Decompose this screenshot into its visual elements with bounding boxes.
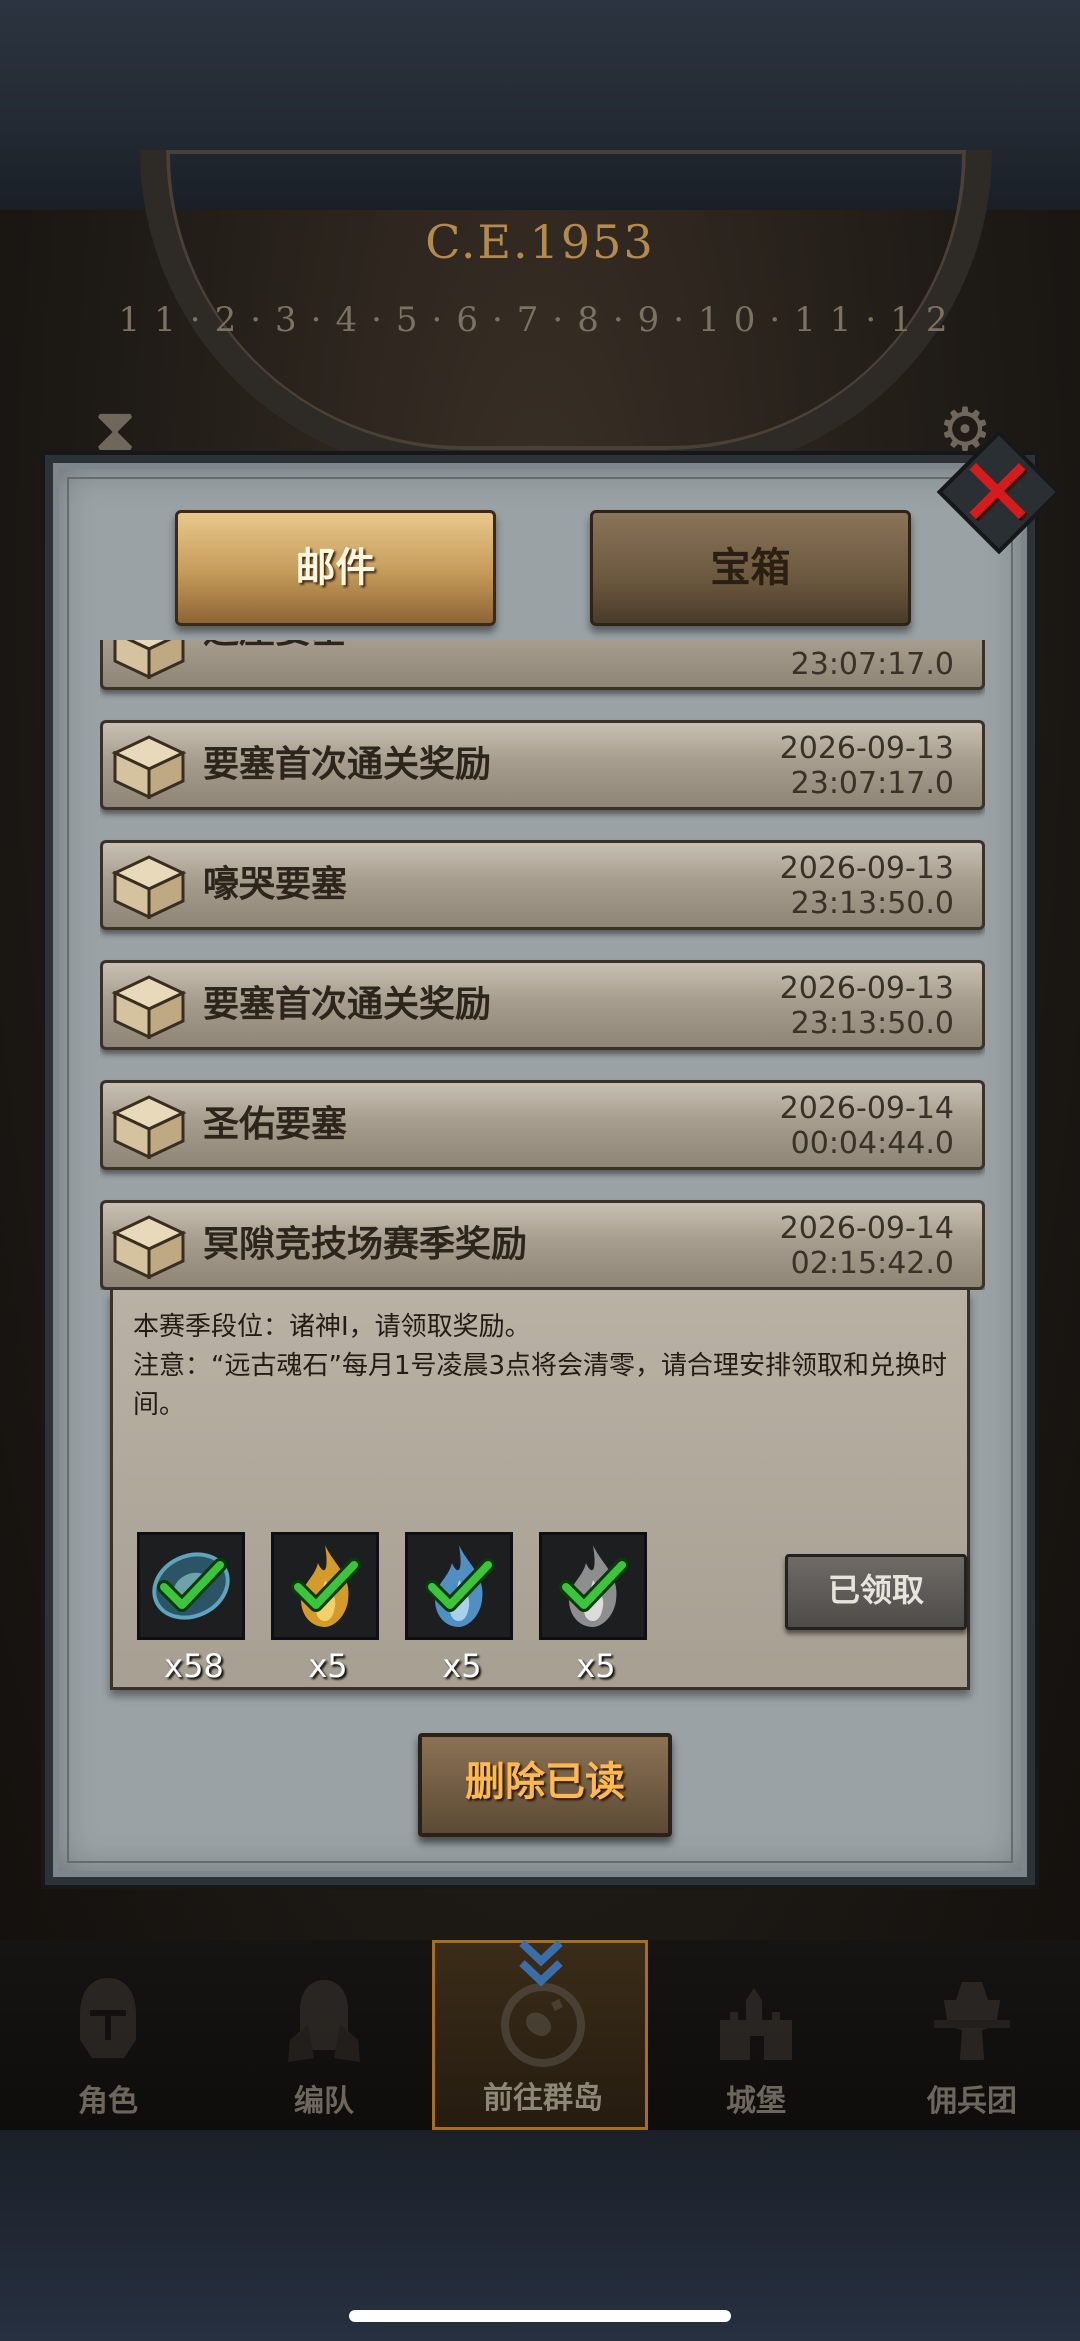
mail-title: 要塞首次通关奖励 bbox=[203, 744, 492, 785]
clock-digits: 11·2·3·4·5·6·7·8·9·10·11·12 bbox=[118, 300, 962, 340]
mail-list[interactable]: 远崖要塞 23:07:17.0 要塞首次通关奖励 2026-09-13 23:0… bbox=[100, 640, 985, 1290]
soul-stone-icon bbox=[152, 1552, 230, 1620]
mail-row[interactable]: 要塞首次通关奖励 2026-09-13 23:07:17.0 bbox=[100, 720, 985, 810]
mail-datetime: 2026-09-13 23:13:50.0 bbox=[780, 851, 954, 921]
mail-title: 嚎哭要塞 bbox=[203, 864, 348, 905]
close-icon[interactable]: ✕ bbox=[950, 445, 1045, 543]
nav-item-formation[interactable]: 编队 bbox=[216, 1940, 432, 2130]
mail-detail-panel: 本赛季段位：诸神I，请领取奖励。 注意：“远古魂石”每月1号凌晨3点将会清零，请… bbox=[110, 1290, 970, 1690]
mail-row[interactable]: 圣佑要塞 2026-09-14 00:04:44.0 bbox=[100, 1080, 985, 1170]
nav-label: 角色 bbox=[78, 2084, 138, 2119]
mail-date: 2026-09-13 bbox=[779, 971, 954, 1006]
tab-mail-label: 邮件 bbox=[295, 545, 376, 591]
tab-mail[interactable]: 邮件 bbox=[175, 510, 496, 626]
mail-body: 本赛季段位：诸神I，请领取奖励。 注意：“远古魂石”每月1号凌晨3点将会清零，请… bbox=[133, 1308, 963, 1425]
tab-treasure-chest[interactable]: 宝箱 bbox=[590, 510, 911, 626]
mail-box-icon bbox=[111, 1095, 187, 1160]
mail-row-selected[interactable]: 冥隙竞技场赛季奖励 2026-09-14 02:15:42.0 bbox=[100, 1200, 985, 1290]
mail-title: 圣佑要塞 bbox=[203, 1104, 348, 1145]
mail-body-line: 注意：“远古魂石”每月1号凌晨3点将会清零，请合理安排领取和兑换时间。 bbox=[133, 1351, 948, 1420]
tab-treasure-chest-label: 宝箱 bbox=[710, 545, 791, 591]
nav-label: 佣兵团 bbox=[927, 2084, 1017, 2119]
reward-item[interactable]: x5 bbox=[271, 1532, 379, 1685]
mail-box-icon bbox=[111, 855, 187, 920]
mail-row[interactable]: 要塞首次通关奖励 2026-09-13 23:13:50.0 bbox=[100, 960, 985, 1050]
mail-time: 02:15:42.0 bbox=[790, 1246, 954, 1281]
mail-date: 2026-09-13 bbox=[779, 731, 954, 766]
mail-datetime: 2026-09-14 02:15:42.0 bbox=[780, 1211, 954, 1281]
blue-flame-icon bbox=[425, 1545, 495, 1627]
chevron-down-icon bbox=[519, 1940, 563, 1987]
mail-title: 冥隙竞技场赛季奖励 bbox=[203, 1224, 528, 1265]
mail-box-icon bbox=[111, 1215, 187, 1280]
knight-helmet-icon bbox=[80, 1978, 136, 2058]
mail-date: 2026-09-14 bbox=[779, 1211, 954, 1246]
mail-date: 2026-09-13 bbox=[779, 851, 954, 886]
mail-row[interactable]: 远崖要塞 23:07:17.0 bbox=[100, 640, 985, 690]
nav-item-castle[interactable]: 城堡 bbox=[648, 1940, 864, 2130]
mail-box-icon bbox=[113, 640, 185, 680]
mail-box-icon bbox=[111, 735, 187, 800]
mail-box-icon bbox=[111, 975, 187, 1040]
reward-count: x5 bbox=[576, 1647, 616, 1685]
mail-datetime: 2026-09-14 00:04:44.0 bbox=[780, 1091, 954, 1161]
mail-title: 要塞首次通关奖励 bbox=[203, 984, 492, 1025]
delete-read-button[interactable]: 删除已读 bbox=[418, 1733, 672, 1837]
mail-time: 23:13:50.0 bbox=[790, 1006, 954, 1041]
era-label: C.E.1953 bbox=[425, 215, 655, 269]
claimed-button[interactable]: 已领取 bbox=[785, 1554, 967, 1630]
castle-icon bbox=[720, 1988, 792, 2060]
nav-label: 城堡 bbox=[726, 2084, 786, 2119]
mail-title: 远崖要塞 bbox=[203, 640, 347, 673]
reward-count: x5 bbox=[308, 1647, 348, 1685]
reward-item[interactable]: x5 bbox=[539, 1532, 647, 1685]
gold-flame-icon bbox=[291, 1545, 361, 1627]
nav-label: 编队 bbox=[294, 2084, 354, 2119]
mail-time: 23:07:17.0 bbox=[790, 766, 954, 801]
nav-item-character[interactable]: 角色 bbox=[0, 1940, 216, 2130]
nav-label: 前往群岛 bbox=[483, 2081, 603, 2116]
silver-flame-icon bbox=[559, 1545, 629, 1627]
mail-body-line: 本赛季段位：诸神I，请领取奖励。 bbox=[133, 1312, 531, 1342]
reward-count: x5 bbox=[442, 1647, 482, 1685]
formation-icon bbox=[288, 1980, 360, 2062]
mail-time: 23:13:50.0 bbox=[790, 886, 954, 921]
nav-item-mercenary[interactable]: 佣兵团 bbox=[864, 1940, 1080, 2130]
reward-count: x58 bbox=[164, 1647, 224, 1685]
reward-item[interactable]: x58 bbox=[137, 1532, 245, 1685]
mercenary-icon bbox=[934, 1982, 1010, 2060]
mail-datetime: 2026-09-13 23:13:50.0 bbox=[780, 971, 954, 1041]
reward-item[interactable]: x5 bbox=[405, 1532, 513, 1685]
mail-time: 00:04:44.0 bbox=[790, 1126, 954, 1161]
mail-row[interactable]: 嚎哭要塞 2026-09-13 23:13:50.0 bbox=[100, 840, 985, 930]
mail-time: 23:07:17.0 bbox=[790, 647, 954, 682]
mail-date: 2026-09-14 bbox=[779, 1091, 954, 1126]
mail-datetime: 2026-09-13 23:07:17.0 bbox=[780, 731, 954, 801]
home-indicator[interactable] bbox=[349, 2310, 731, 2322]
